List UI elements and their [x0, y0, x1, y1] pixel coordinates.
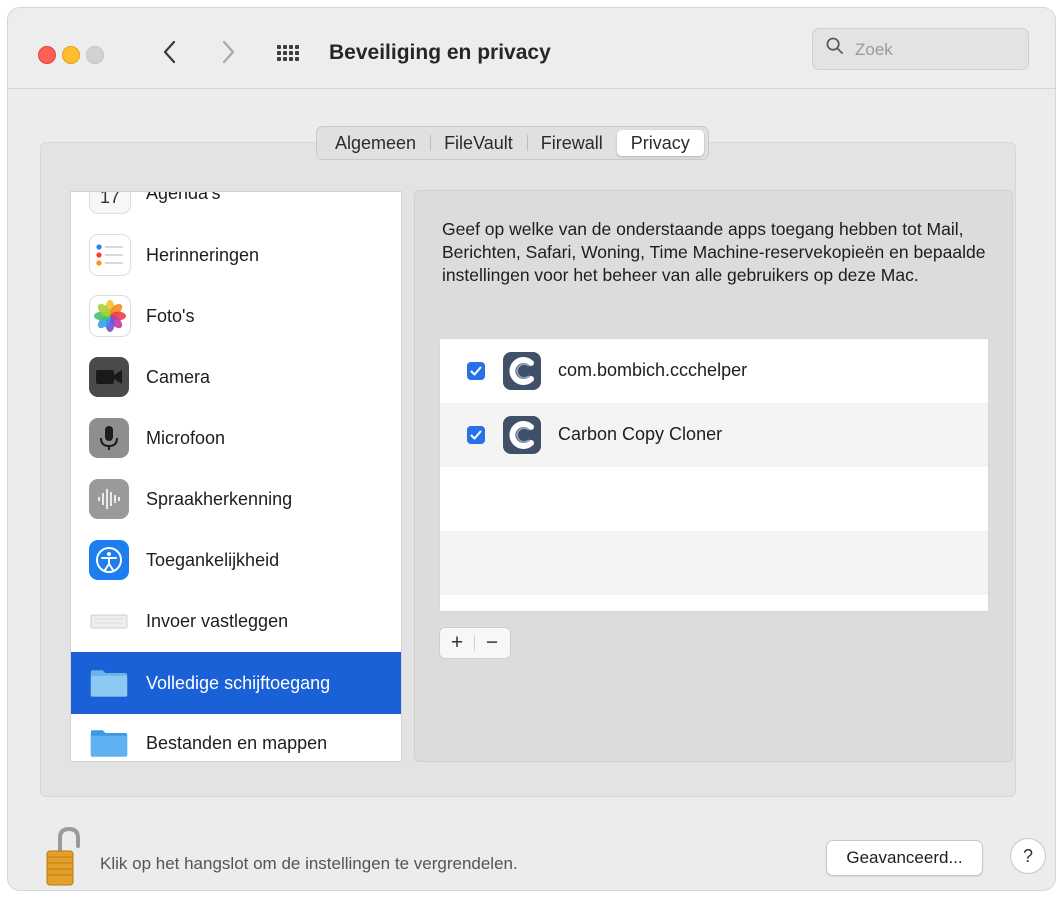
search-placeholder: Zoek — [855, 40, 893, 59]
sidebar-item-toegankelijkheid[interactable]: Toegankelijkheid — [71, 529, 401, 591]
camera-icon — [89, 357, 129, 397]
checkmark-icon — [470, 366, 482, 376]
add-remove-control: + − — [439, 627, 511, 659]
sidebar-item-label: Toegankelijkheid — [146, 549, 280, 570]
sidebar-item-invoer-vastleggen[interactable]: Invoer vastleggen — [71, 590, 401, 652]
sidebar-item-label: Herinneringen — [146, 244, 260, 265]
speech-recognition-icon — [89, 479, 129, 519]
padlock-unlocked-icon[interactable] — [44, 824, 84, 888]
sidebar-item-spraakherkenning[interactable]: Spraakherkenning — [71, 468, 401, 530]
tab-algemeen[interactable]: Algemeen — [321, 130, 432, 156]
sidebar-item-agenda[interactable]: 17 Agenda's — [71, 191, 401, 224]
tab-privacy[interactable]: Privacy — [616, 130, 704, 156]
photos-icon — [89, 295, 131, 337]
window: Beveiliging en privacy Zoek Algemeen Fil… — [8, 8, 1055, 890]
search-field[interactable]: Zoek — [812, 28, 1029, 70]
sidebar-item-fotos[interactable]: Foto's — [71, 285, 401, 347]
app-name: com.bombich.ccchelper — [558, 360, 748, 380]
advanced-button[interactable]: Geavanceerd... — [826, 840, 983, 876]
privacy-category-list[interactable]: 17 Agenda's Herinneringen Foto's Camera … — [70, 191, 402, 762]
sidebar-item-camera[interactable]: Camera — [71, 346, 401, 408]
window-title: Beveiliging en privacy — [329, 41, 551, 64]
carbon-copy-cloner-icon — [503, 416, 541, 454]
folder-icon — [89, 723, 129, 761]
app-list[interactable]: com.bombich.ccchelper Carbon Copy Cloner — [439, 338, 989, 612]
sidebar-item-label: Foto's — [146, 305, 195, 326]
table-row — [440, 467, 988, 531]
sidebar-item-label: Agenda's — [146, 191, 221, 203]
carbon-copy-cloner-icon — [503, 352, 541, 390]
table-row[interactable]: com.bombich.ccchelper — [440, 339, 988, 403]
table-row[interactable]: Carbon Copy Cloner — [440, 403, 988, 467]
tab-firewall[interactable]: Firewall — [527, 130, 617, 156]
sidebar-item-label: Invoer vastleggen — [146, 610, 289, 631]
sidebar-item-label: Camera — [146, 366, 211, 387]
calendar-icon: 17 — [89, 191, 131, 214]
accessibility-icon — [89, 540, 129, 580]
table-row — [440, 595, 988, 611]
sidebar-item-label: Microfoon — [146, 427, 226, 448]
chevron-right-icon — [222, 40, 235, 64]
sidebar-item-microfoon[interactable]: Microfoon — [71, 407, 401, 469]
app-name: Carbon Copy Cloner — [558, 424, 723, 444]
close-button[interactable] — [38, 46, 56, 64]
app-checkbox[interactable] — [467, 426, 485, 444]
privacy-description: Geef op welke van de onderstaande apps t… — [442, 219, 986, 285]
checkmark-icon — [470, 430, 482, 440]
tab-filevault[interactable]: FileVault — [430, 130, 528, 156]
show-all-grid-icon[interactable] — [277, 45, 299, 61]
zoom-button[interactable] — [86, 46, 104, 64]
sidebar-item-label: Spraakherkenning — [146, 488, 293, 509]
svg-text:17: 17 — [100, 191, 120, 207]
forward-button[interactable] — [220, 38, 236, 72]
remove-button[interactable]: − — [475, 629, 509, 657]
tab-bar: Algemeen FileVault Firewall Privacy — [316, 126, 709, 160]
chevron-left-icon — [163, 40, 176, 64]
app-checkbox[interactable] — [467, 362, 485, 380]
microphone-icon — [89, 418, 129, 458]
keyboard-icon — [89, 601, 129, 641]
add-button[interactable]: + — [440, 629, 474, 657]
minimize-button[interactable] — [62, 46, 80, 64]
sidebar-item-label: Bestanden en mappen — [146, 732, 328, 753]
table-row — [440, 531, 988, 595]
lock-hint-text: Klik op het hangslot om de instellingen … — [100, 854, 518, 873]
folder-icon — [89, 663, 129, 703]
sidebar-item-herinneringen[interactable]: Herinneringen — [71, 224, 401, 286]
sidebar-item-bestanden-en-mappen[interactable]: Bestanden en mappen — [71, 712, 401, 761]
search-icon — [826, 37, 843, 54]
sidebar-item-label: Volledige schijftoegang — [146, 672, 331, 693]
back-button[interactable] — [162, 38, 178, 72]
title-bar: Beveiliging en privacy Zoek — [8, 8, 1055, 89]
sidebar-item-volledige-schijftoegang[interactable]: Volledige schijftoegang — [71, 652, 401, 714]
help-button[interactable]: ? — [1010, 838, 1046, 874]
reminders-icon — [89, 234, 131, 276]
